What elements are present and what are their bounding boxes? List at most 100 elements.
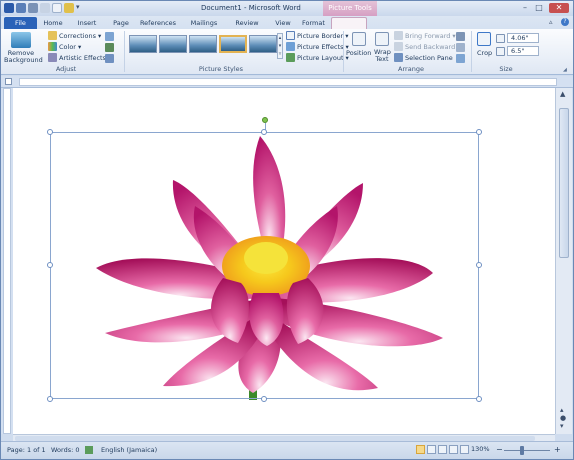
vertical-ruler[interactable] xyxy=(1,88,13,434)
page-count[interactable]: Page: 1 of 1 xyxy=(7,446,46,454)
picture-style-thumbnail[interactable] xyxy=(249,35,277,53)
remove-background-icon[interactable] xyxy=(11,32,31,48)
color-button[interactable]: Color ▾ xyxy=(48,42,81,51)
resize-handle[interactable] xyxy=(476,129,482,135)
position-button[interactable]: Position xyxy=(346,49,371,57)
position-icon[interactable] xyxy=(352,32,366,46)
rotate-icon[interactable] xyxy=(456,54,465,63)
tab-review[interactable]: View xyxy=(270,17,296,29)
resize-handle[interactable] xyxy=(261,396,267,402)
picture-style-thumbnail[interactable] xyxy=(219,35,247,53)
redo-icon[interactable] xyxy=(40,3,50,13)
picture-style-thumbnail[interactable] xyxy=(189,35,217,53)
corrections-button[interactable]: Corrections ▾ xyxy=(48,31,101,40)
corrections-icon xyxy=(48,31,57,40)
separator xyxy=(471,31,472,72)
browse-object-icon[interactable]: ● xyxy=(560,414,566,422)
horizontal-ruler[interactable] xyxy=(1,76,573,88)
scrollbar-thumb[interactable] xyxy=(559,108,569,258)
bring-forward-button[interactable]: Bring Forward ▾ xyxy=(394,31,456,40)
title-bar: ▾ Document1 - Microsoft Word Picture Too… xyxy=(1,1,573,16)
zoom-level[interactable]: 130% xyxy=(471,445,490,453)
scroll-up-icon[interactable]: ▲ xyxy=(560,90,565,98)
picture-style-thumbnail[interactable] xyxy=(159,35,187,53)
resize-handle[interactable] xyxy=(47,396,53,402)
zoom-slider-thumb[interactable] xyxy=(520,446,524,455)
crop-button[interactable]: Crop xyxy=(477,49,492,57)
word-count[interactable]: Words: 0 xyxy=(51,446,80,454)
print-layout-view-icon[interactable] xyxy=(416,445,425,454)
horizontal-scrollbar[interactable] xyxy=(13,434,555,441)
zoom-in-icon[interactable]: + xyxy=(554,445,561,454)
word-logo-icon[interactable] xyxy=(4,3,14,13)
vertical-scrollbar[interactable]: ▲ ▴ ● ▾ xyxy=(555,88,572,434)
zoom-out-icon[interactable]: − xyxy=(496,445,503,454)
language-indicator[interactable]: English (Jamaica) xyxy=(101,446,157,454)
draft-view-icon[interactable] xyxy=(460,445,469,454)
change-picture-icon[interactable] xyxy=(105,43,114,52)
tab-file[interactable]: File xyxy=(4,17,37,29)
group-icon[interactable] xyxy=(456,43,465,52)
next-page-icon[interactable]: ▾ xyxy=(560,422,564,430)
remove-background-button[interactable]: Remove Background xyxy=(4,50,43,64)
selection-pane-button[interactable]: Selection Pane xyxy=(394,53,453,62)
word-window: ▾ Document1 - Microsoft Word Picture Too… xyxy=(0,0,574,460)
status-bar: Page: 1 of 1 Words: 0 English (Jamaica) … xyxy=(1,441,573,459)
arrange-group-label: Arrange xyxy=(398,65,424,73)
open-folder-icon[interactable] xyxy=(64,3,74,13)
document-page[interactable] xyxy=(13,88,555,434)
wrap-text-icon[interactable] xyxy=(375,32,389,46)
previous-page-icon[interactable]: ▴ xyxy=(560,406,564,414)
size-dialog-launcher-icon[interactable]: ◢ xyxy=(563,67,567,73)
picture-border-button[interactable]: Picture Border ▾ xyxy=(286,31,348,40)
quick-access-toolbar: ▾ xyxy=(4,3,86,13)
shape-width-input[interactable]: 6.5" xyxy=(507,46,539,56)
resize-handle[interactable] xyxy=(476,396,482,402)
minimize-icon[interactable]: – xyxy=(519,3,531,13)
shape-height-input[interactable]: 4.06" xyxy=(507,33,539,43)
wrap-text-button[interactable]: Wrap Text xyxy=(374,49,391,63)
resize-handle[interactable] xyxy=(47,129,53,135)
shape-width-icon xyxy=(496,47,505,56)
separator xyxy=(124,31,125,72)
size-group-label: Size xyxy=(499,65,513,73)
resize-handle[interactable] xyxy=(261,129,267,135)
tab-selector-icon[interactable] xyxy=(5,78,12,85)
artistic-effects-button[interactable]: Artistic Effects▾ xyxy=(48,53,111,62)
web-layout-icon[interactable] xyxy=(438,445,447,454)
tab-favorites[interactable]: Insert xyxy=(69,17,105,29)
send-backward-button[interactable]: Send Backward▾ xyxy=(394,42,460,51)
tab-view[interactable]: Format xyxy=(302,17,325,29)
compress-pictures-icon[interactable] xyxy=(105,32,114,41)
close-icon[interactable]: ✕ xyxy=(549,3,569,13)
tab-insert[interactable]: Page Layout xyxy=(109,17,133,39)
crop-icon[interactable] xyxy=(477,32,491,46)
send-backward-icon xyxy=(394,42,403,51)
tab-format[interactable] xyxy=(331,17,367,29)
gallery-scroll-icon[interactable]: ▴ ▾ ▿ xyxy=(277,33,283,59)
tab-references[interactable]: Mailings xyxy=(184,17,224,29)
tab-mailings[interactable]: Review xyxy=(230,17,264,29)
zoom-slider[interactable] xyxy=(504,450,550,451)
proofing-icon[interactable] xyxy=(85,446,93,454)
resize-handle[interactable] xyxy=(47,262,53,268)
maximize-icon[interactable]: □ xyxy=(533,3,545,13)
save-icon[interactable] xyxy=(16,3,26,13)
shape-height-icon xyxy=(496,34,505,43)
picture-style-thumbnail[interactable] xyxy=(129,35,157,53)
outline-view-icon[interactable] xyxy=(449,445,458,454)
resize-handle[interactable] xyxy=(476,262,482,268)
undo-icon[interactable] xyxy=(28,3,38,13)
new-document-icon[interactable] xyxy=(52,3,62,13)
minimize-ribbon-icon[interactable]: ▵ xyxy=(549,18,557,26)
tab-home[interactable]: Home xyxy=(42,17,64,29)
picture-layout-button[interactable]: Picture Layout ▾ xyxy=(286,53,349,62)
align-icon[interactable] xyxy=(456,32,465,41)
customize-toolbar-icon[interactable]: ▾ xyxy=(76,3,86,13)
full-screen-reading-icon[interactable] xyxy=(427,445,436,454)
picture-styles-group-label: Picture Styles xyxy=(198,65,244,73)
help-icon[interactable]: ? xyxy=(561,18,569,26)
tab-page-layout[interactable]: References xyxy=(138,17,178,29)
reset-picture-icon[interactable] xyxy=(105,54,114,63)
picture-effects-button[interactable]: Picture Effects ▾ xyxy=(286,42,349,51)
